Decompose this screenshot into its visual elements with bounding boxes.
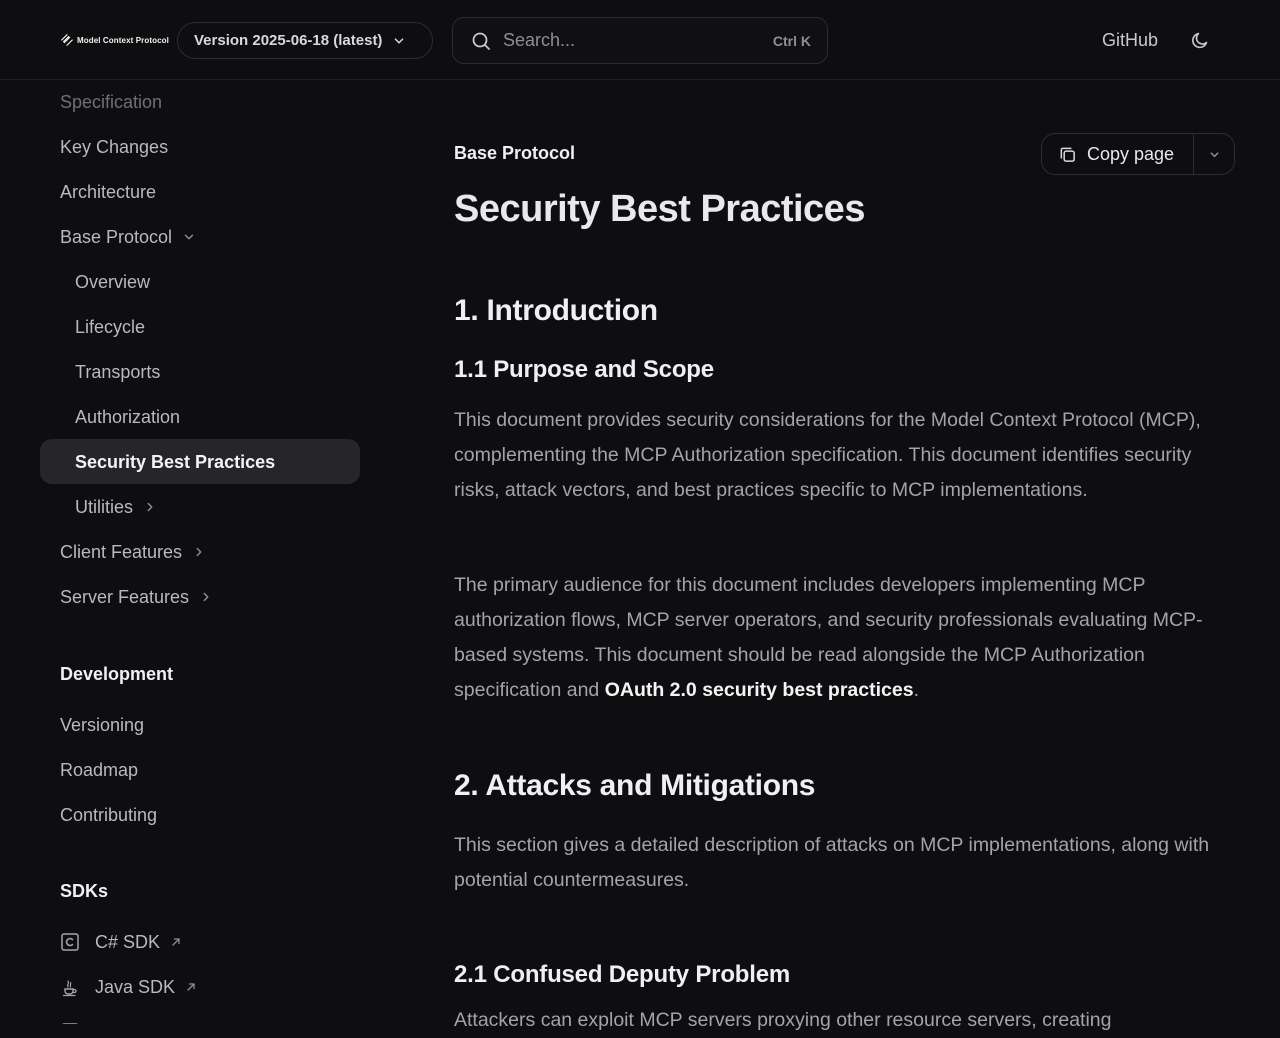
sidebar-item-label: Specification [60,91,163,112]
section-heading-sdks: SDKs [60,881,109,901]
top-header: Model Context Protocol Version 2025-06-1… [0,0,1280,80]
version-selector[interactable]: Version 2025-06-18 (latest) [177,22,433,59]
paragraph: Attackers can exploit MCP servers proxyi… [454,1009,1112,1031]
logo[interactable]: Model Context Protocol [60,32,169,48]
copy-options-button[interactable] [1194,134,1234,174]
sidebar-item-label: Transports [75,361,161,382]
sidebar-item-server-features[interactable]: Server Features [60,585,213,609]
sidebar-item-label: Overview [75,271,151,292]
theme-toggle-button[interactable] [1189,29,1211,51]
sidebar-item-roadmap[interactable]: Roadmap [60,758,138,782]
external-link-icon [172,938,180,946]
sidebar-item-label: Versioning [60,714,145,735]
sidebar-item-label: Roadmap [60,759,139,780]
section-heading-development: Development [60,664,174,684]
subsection-heading: 2.1 Confused Deputy Problem [454,961,790,988]
breadcrumb: Base Protocol [454,143,576,163]
sidebar-item-label: Lifecycle [75,316,146,337]
sidebar-item-authorization[interactable]: Authorization [75,405,180,429]
java-icon [62,980,77,997]
sidebar-item-versioning[interactable]: Versioning [60,713,144,737]
external-link-icon [187,983,195,991]
chevron-right-icon [203,592,209,602]
sidebar-item-label: Utilities [75,496,134,517]
csharp-icon [61,933,79,951]
paragraph-text: . [913,679,919,701]
sidebar-item-specification[interactable]: Specification [60,90,162,114]
copy-page-label: Copy page [1087,143,1175,164]
page-title: Security Best Practices [454,188,865,230]
sidebar-item-key-changes[interactable]: Key Changes [60,135,168,159]
sidebar-item-next-sdk[interactable] [60,1020,95,1024]
sidebar-item-label: Security Best Practices [75,451,276,472]
sidebar-item-label: Contributing [60,804,158,825]
chevron-down-icon [395,37,404,44]
moon-icon [1192,32,1208,49]
sidebar-item-csharp-sdk[interactable]: C# SDK [60,930,182,954]
sidebar-item-label: Server Features [60,586,190,607]
sidebar-item-label: Client Features [60,541,183,562]
logo-text: Model Context Protocol [77,35,169,45]
mcp-logo-icon [61,34,73,46]
sidebar-item-label: Authorization [75,406,181,427]
subsection-heading: 1.1 Purpose and Scope [454,356,714,383]
sidebar-item-base-protocol[interactable]: Base Protocol [60,225,196,249]
sidebar-item-security-best-practices[interactable]: Security Best Practices [75,450,275,474]
chevron-right-icon [147,502,153,512]
chevron-down-icon [184,234,194,240]
copy-page-group: Copy page [1041,133,1235,175]
sidebar-item-lifecycle[interactable]: Lifecycle [75,315,145,339]
chevron-down-icon [1210,151,1218,157]
sidebar-item-transports[interactable]: Transports [75,360,160,384]
sidebar-item-utilities[interactable]: Utilities [75,495,157,519]
sidebar-item-overview[interactable]: Overview [75,270,150,294]
paragraph: This section gives a detailed descriptio… [454,834,1210,891]
copy-page-button[interactable]: Copy page [1042,134,1194,174]
sidebar-item-label: Base Protocol [60,226,173,247]
paragraph: The primary audience for this document i… [454,568,1224,708]
section-heading: 1. Introduction [454,294,658,327]
sidebar-item-label: Architecture [60,181,157,202]
sidebar-item-client-features[interactable]: Client Features [60,540,206,564]
paragraph: This document provides security consider… [454,409,1201,501]
sidebar: Specification Key Changes Architecture B… [0,80,400,1024]
copy-icon [1060,147,1075,162]
main-content: Base Protocol Copy page Security Best Pr… [454,80,1244,1031]
search-icon [472,32,490,50]
sidebar-item-contributing[interactable]: Contributing [60,803,157,827]
github-link[interactable]: GitHub [1102,30,1158,51]
sidebar-item-architecture[interactable]: Architecture [60,180,156,204]
search-shortcut: Ctrl K [772,33,811,49]
sidebar-item-label: Key Changes [60,136,169,157]
section-heading: 2. Attacks and Mitigations [454,769,816,802]
search-placeholder: Search... [503,30,576,50]
sidebar-item-label: C# SDK [95,931,161,952]
search-input[interactable]: Search... Ctrl K [452,17,828,64]
sidebar-item-java-sdk[interactable]: Java SDK [60,975,197,999]
chevron-right-icon [196,547,202,557]
sidebar-item-label: Java SDK [95,976,176,997]
oauth-best-practices-link[interactable]: OAuth 2.0 security best practices [605,679,914,702]
version-label: Version 2025-06-18 (latest) [194,32,383,49]
